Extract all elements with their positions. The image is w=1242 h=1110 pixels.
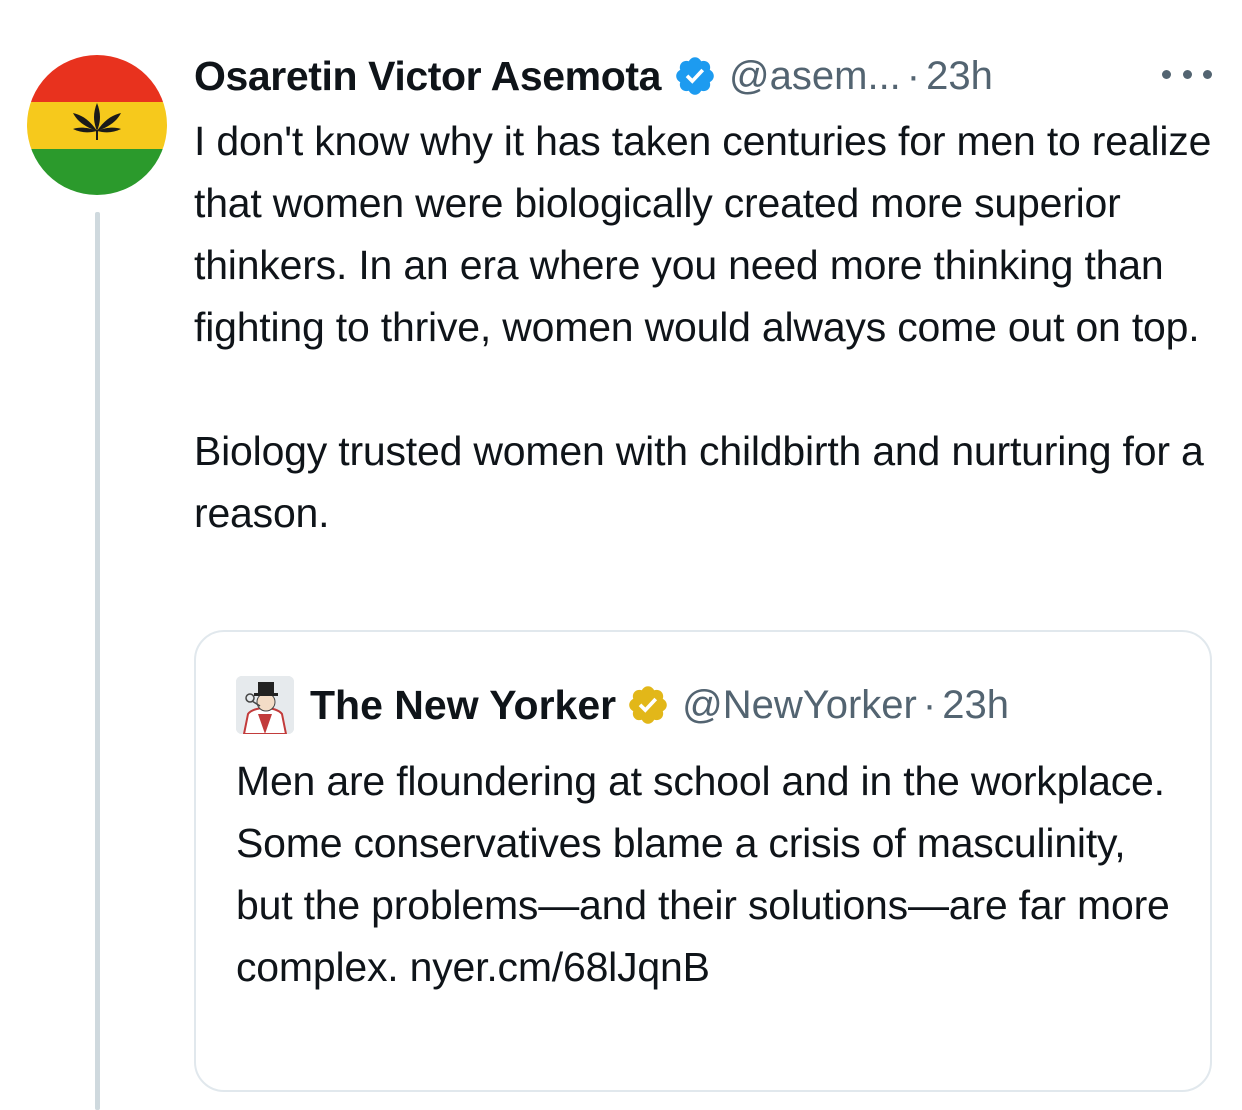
tweet-timestamp[interactable]: 23h bbox=[926, 54, 993, 99]
author-name[interactable]: Osaretin Victor Asemota bbox=[194, 53, 661, 100]
thread-connector-line bbox=[95, 212, 100, 1110]
separator-dot: · bbox=[906, 53, 921, 98]
quoted-tweet-timestamp[interactable]: 23h bbox=[942, 683, 1009, 728]
quoted-author-avatar bbox=[236, 676, 294, 734]
tweet-header: Osaretin Victor Asemota @asem... · 23h bbox=[194, 50, 993, 102]
eustace-tilley-icon bbox=[236, 676, 294, 734]
quoted-tweet-card[interactable]: The New Yorker @NewYorker · 23h Men are … bbox=[194, 630, 1212, 1092]
flag-avatar-icon bbox=[27, 55, 167, 195]
more-icon[interactable] bbox=[1162, 62, 1212, 86]
tweet[interactable]: Osaretin Victor Asemota @asem... · 23h I… bbox=[0, 0, 1242, 1110]
quoted-tweet-header: The New Yorker @NewYorker · 23h bbox=[236, 676, 1009, 734]
verified-badge-icon[interactable] bbox=[673, 54, 717, 98]
tweet-paragraph: I don't know why it has taken centuries … bbox=[194, 118, 1212, 350]
quoted-author-name[interactable]: The New Yorker bbox=[310, 682, 616, 729]
author-handle[interactable]: @asem... bbox=[729, 54, 901, 99]
tweet-paragraph: Biology trusted women with childbirth an… bbox=[194, 428, 1204, 536]
separator-dot: · bbox=[922, 682, 937, 727]
tweet-text: I don't know why it has taken centuries … bbox=[194, 110, 1224, 544]
quoted-author-handle[interactable]: @NewYorker bbox=[682, 683, 917, 728]
quoted-tweet-text: Men are floundering at school and in the… bbox=[236, 758, 1170, 990]
author-avatar[interactable] bbox=[27, 55, 167, 195]
verified-badge-gold-icon[interactable] bbox=[626, 683, 670, 727]
